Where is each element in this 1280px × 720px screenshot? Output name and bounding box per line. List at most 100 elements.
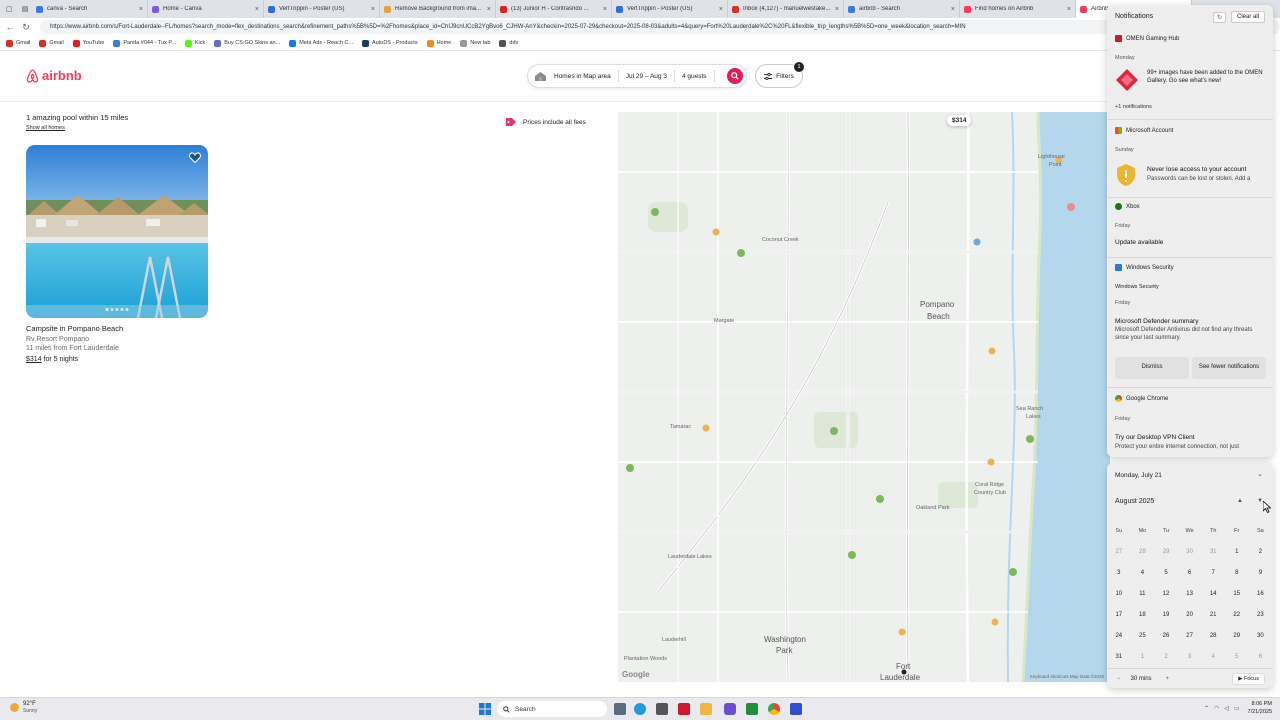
listing-photo[interactable] — [26, 145, 208, 318]
task-view-icon[interactable] — [614, 703, 626, 715]
browser-tab[interactable]: (13) Junior H - Contrasndo ... × — [496, 0, 612, 18]
clock[interactable]: 8:06 PM 7/21/2025 — [1248, 700, 1272, 716]
calendar-day[interactable]: 4 — [1131, 570, 1155, 576]
bookmark-item[interactable]: Gmail — [6, 39, 30, 47]
url-field[interactable]: https://www.airbnb.com/s/Fort-Lauderdale… — [40, 20, 1280, 34]
map-view[interactable]: $314 Coconut Creek Pompano Beach Lightho… — [618, 112, 1110, 682]
bookmark-item[interactable]: YouTube — [72, 39, 104, 47]
calendar-day[interactable]: 10 — [1107, 591, 1131, 597]
store-icon[interactable] — [656, 703, 668, 715]
bookmark-item[interactable]: Buy CS:GO Skins an... — [214, 39, 280, 47]
close-tab-icon[interactable]: × — [371, 6, 375, 13]
search-location[interactable]: Homes in Map area — [547, 70, 619, 82]
calendar-day[interactable]: 30 — [1249, 633, 1273, 639]
calendar-day[interactable]: 9 — [1249, 570, 1273, 576]
tab-actions-icon[interactable]: ▢ — [2, 2, 16, 16]
listing-price[interactable]: $314 — [26, 356, 42, 363]
browser-tab[interactable]: VertTrippin - Poster (US) × — [264, 0, 380, 18]
bookmark-item[interactable]: Kick — [184, 39, 205, 47]
bookmark-item[interactable]: Gmail — [39, 39, 64, 47]
calendar-day[interactable]: 31 — [1201, 549, 1225, 555]
calendar-day[interactable]: 18 — [1131, 612, 1155, 618]
calendar-day[interactable]: 29 — [1154, 549, 1178, 555]
calendar-day[interactable]: 31 — [1107, 654, 1131, 660]
focus-button[interactable]: ▶ Focus — [1232, 672, 1265, 685]
calendar-day[interactable]: 30 — [1178, 549, 1202, 555]
chrome-taskbar-icon[interactable] — [768, 703, 780, 715]
search-dates[interactable]: Jul 29 – Aug 3 — [619, 70, 675, 82]
close-tab-icon[interactable]: × — [487, 6, 491, 13]
calendar-day[interactable]: 24 — [1107, 633, 1131, 639]
bookmark-item[interactable]: ddv — [499, 39, 518, 47]
clear-all-button[interactable]: Clear all — [1230, 11, 1265, 23]
calendar-day[interactable]: 17 — [1107, 612, 1131, 618]
bookmark-item[interactable]: AutoDS - Products — [362, 39, 418, 47]
previous-month-icon[interactable]: ▲ — [1237, 498, 1243, 504]
weather-widget[interactable]: 92°F Sunny — [10, 701, 37, 714]
taskbar-search[interactable]: Search — [497, 701, 607, 717]
calendar-month[interactable]: August 2025 — [1115, 498, 1154, 505]
app-taskbar-icon[interactable] — [790, 703, 802, 715]
close-tab-icon[interactable]: × — [139, 6, 143, 13]
calendar-day[interactable]: 21 — [1201, 612, 1225, 618]
browser-tab[interactable]: Home - Canva × — [148, 0, 264, 18]
edge-icon[interactable] — [634, 703, 646, 715]
calendar-day[interactable]: 7 — [1201, 570, 1225, 576]
calendar-day[interactable]: 6 — [1249, 654, 1273, 660]
close-tab-icon[interactable]: × — [603, 6, 607, 13]
calendar-day[interactable]: 2 — [1249, 549, 1273, 555]
chevron-up-icon[interactable]: ⌃ — [1204, 705, 1209, 712]
close-tab-icon[interactable]: × — [255, 6, 259, 13]
listing-card[interactable]: Campsite in Pompano Beach Rv Resort Pomp… — [26, 145, 208, 363]
battery-icon[interactable]: ▭ — [1234, 705, 1240, 712]
calendar-day[interactable]: 22 — [1225, 612, 1249, 618]
filters-button[interactable]: Filters 1 — [755, 62, 804, 88]
omen-more-link[interactable]: +1 notifications — [1115, 104, 1152, 110]
bookmark-item[interactable]: New tab — [460, 39, 490, 47]
search-button[interactable] — [727, 68, 743, 84]
browser-tab[interactable]: Remove Background from ima... × — [380, 0, 496, 18]
browser-tab[interactable]: VertTrippin - Poster (US) × — [612, 0, 728, 18]
calendar-day[interactable]: 26 — [1154, 633, 1178, 639]
calendar-day[interactable]: 29 — [1225, 633, 1249, 639]
calendar-day[interactable]: 15 — [1225, 591, 1249, 597]
do-not-disturb-icon[interactable]: ↻ — [1212, 11, 1226, 23]
calendar-day[interactable]: 1 — [1131, 654, 1155, 660]
calendar-day[interactable]: 4 — [1201, 654, 1225, 660]
map-footer[interactable]: Keyboard shortcuts Map Data ©2025 — [1030, 674, 1104, 679]
calendar-day[interactable]: 11 — [1131, 591, 1155, 597]
browser-tab[interactable]: canva - Search × — [32, 0, 148, 18]
plus-icon[interactable]: + — [1166, 676, 1170, 682]
calendar-day[interactable]: 25 — [1131, 633, 1155, 639]
calendar-day[interactable]: 28 — [1131, 549, 1155, 555]
volume-icon[interactable]: ◁ — [1224, 705, 1229, 712]
calendar-day[interactable]: 12 — [1154, 591, 1178, 597]
calendar-day[interactable]: 5 — [1225, 654, 1249, 660]
chevron-down-icon[interactable]: ⌄ — [1255, 470, 1265, 480]
bookmark-item[interactable]: Home — [426, 39, 451, 47]
calendar-day[interactable]: 3 — [1178, 654, 1202, 660]
airbnb-logo[interactable]: airbnb — [26, 68, 82, 83]
calendar-day[interactable]: 1 — [1225, 549, 1249, 555]
minus-icon[interactable]: − — [1117, 676, 1121, 682]
browser-tab[interactable]: Find homes on Airbnb × — [960, 0, 1076, 18]
search-guests[interactable]: 4 guests — [675, 70, 715, 82]
close-tab-icon[interactable]: × — [1067, 6, 1071, 13]
calendar-day[interactable]: 13 — [1178, 591, 1202, 597]
bookmark-item[interactable]: Meta Ads - Reach C... — [289, 39, 353, 47]
calendar-day[interactable]: 5 — [1154, 570, 1178, 576]
close-tab-icon[interactable]: × — [719, 6, 723, 13]
calendar-day[interactable]: 23 — [1249, 612, 1273, 618]
calendar-day[interactable]: 3 — [1107, 570, 1131, 576]
map-price-pin[interactable]: $314 — [947, 115, 972, 126]
dismiss-button[interactable]: Dismiss — [1115, 357, 1189, 379]
calendar-day[interactable]: 27 — [1178, 633, 1202, 639]
calendar-day[interactable]: 16 — [1249, 591, 1273, 597]
close-tab-icon[interactable]: × — [951, 6, 955, 13]
show-all-homes-link[interactable]: Show all homes — [26, 125, 65, 131]
browser-tab[interactable]: Inbox (4,127) - manuelwestake... × — [728, 0, 844, 18]
excel-icon[interactable] — [746, 703, 758, 715]
teams-icon[interactable] — [724, 703, 736, 715]
wishlist-heart-icon[interactable] — [189, 152, 201, 163]
see-fewer-button[interactable]: See fewer notifications — [1192, 357, 1266, 379]
